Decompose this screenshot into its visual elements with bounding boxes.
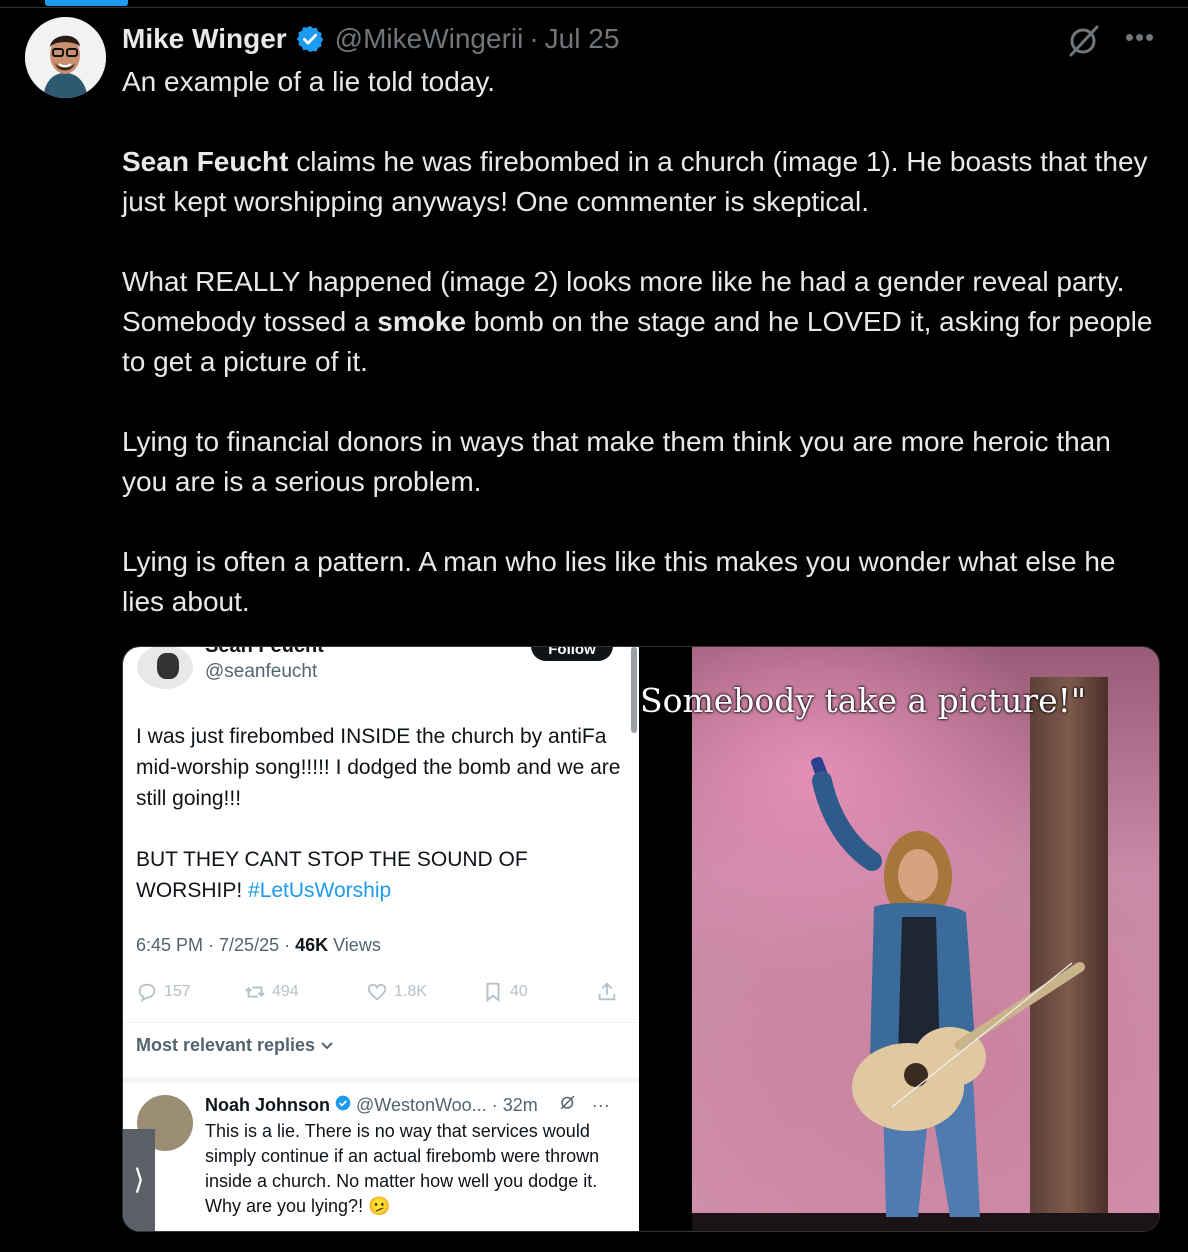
embedded-scrollbar (631, 647, 637, 733)
embedded-like-action: 1.8K (366, 981, 427, 1003)
embedded-sort-replies: Most relevant replies (136, 1035, 334, 1056)
embedded-tweet-text: I was just firebombed INSIDE the church … (136, 721, 621, 936)
media-image-2[interactable]: Somebody take a picture!" (640, 647, 1159, 1231)
reply-header: Noah Johnson @WestonWoo... · 32m ··· (205, 1093, 610, 1116)
tweet-paragraph-1: An example of a lie told today. (122, 66, 496, 97)
reply-time: · 32m (491, 1095, 538, 1115)
mention-sean-feucht: Sean Feucht (122, 146, 289, 177)
tweet-media: Sean Feucht @seanfeucht Follow I was jus… (122, 646, 1160, 1232)
embedded-reply-action: 157 (136, 981, 191, 1003)
share-icon (598, 982, 616, 1001)
embedded-divider-2 (123, 1077, 639, 1083)
bold-smoke: smoke (377, 306, 466, 337)
tweet-paragraph-5: Lying is often a pattern. A man who lies… (122, 546, 1116, 617)
bookmark-icon (486, 982, 500, 1003)
media-image-1[interactable]: Sean Feucht @seanfeucht Follow I was jus… (123, 647, 639, 1231)
embedded-avatar (137, 647, 193, 689)
embedded-paragraph-2: BUT THEY CANT STOP THE SOUND OF WORSHIP!… (136, 844, 621, 906)
repost-icon (245, 986, 265, 998)
tweet-paragraph-2: Sean Feucht claims he was firebombed in … (122, 142, 1162, 222)
video-caption: Somebody take a picture!" (640, 681, 1087, 720)
author-avatar[interactable] (25, 17, 106, 98)
embedded-action-bar: 157 494 1.8K 40 (136, 981, 626, 1007)
tweet-text: An example of a lie told today. Sean Feu… (122, 62, 1162, 662)
reply-author-handle: @WestonWoo... (356, 1095, 487, 1115)
reply-more-icon: ··· (591, 1095, 610, 1115)
embedded-divider (123, 1022, 639, 1023)
verified-badge-icon (296, 25, 324, 53)
author-handle[interactable]: @MikeWingerii (335, 23, 524, 55)
reply-icon (138, 983, 156, 1003)
embedded-bookmark-action: 40 (482, 981, 528, 1003)
embedded-hashtag: #LetUsWorship (248, 879, 392, 902)
timeline-divider (0, 7, 1188, 8)
performer-with-guitar (811, 757, 1085, 1217)
tweet-date[interactable]: Jul 25 (545, 23, 620, 55)
header-separator: · (529, 23, 539, 54)
author-name[interactable]: Mike Winger (122, 23, 287, 55)
active-tab-indicator (45, 0, 128, 6)
avatar-portrait (25, 17, 106, 98)
tweet-header: Mike Winger @MikeWingerii · Jul 25 (122, 19, 619, 59)
embedded-bookmark-count: 40 (510, 983, 528, 1000)
embedded-sort-label: Most relevant replies (136, 1035, 316, 1055)
chevron-down-icon (321, 1042, 333, 1050)
embedded-meta: 6:45 PM · 7/25/25 · 46K Views (136, 935, 381, 956)
embedded-author-name: Sean Feucht (205, 647, 324, 658)
reply-author-name: Noah Johnson (205, 1095, 330, 1115)
tweet-paragraph-3: What REALLY happened (image 2) looks mor… (122, 262, 1162, 382)
reply-grok-icon (560, 1095, 575, 1110)
embedded-author-handle: @seanfeucht (205, 661, 318, 682)
embedded-repost-count: 494 (272, 983, 299, 1000)
more-icon[interactable]: ••• (1122, 22, 1158, 58)
tweet-paragraph-4: Lying to financial donors in ways that m… (122, 426, 1111, 497)
reply-text: This is a lie. There is no way that serv… (205, 1121, 600, 1216)
grok-icon[interactable] (1066, 22, 1102, 58)
media-next-arrow[interactable]: ⟩ (123, 1129, 155, 1231)
embedded-repost-action: 494 (244, 981, 299, 1003)
embedded-views-count: 46K (295, 935, 329, 955)
embedded-paragraph-1: I was just firebombed INSIDE the church … (136, 725, 621, 810)
reply-verified-icon (335, 1095, 351, 1111)
embedded-share-action (596, 981, 618, 1003)
heart-icon (367, 983, 387, 1001)
embedded-reply-count: 157 (164, 983, 191, 1000)
embedded-follow-button: Follow (531, 647, 613, 661)
embedded-timestamp: 6:45 PM · 7/25/25 · (136, 935, 296, 955)
embedded-like-count: 1.8K (394, 983, 427, 1000)
embedded-views-label: Views (328, 935, 381, 955)
